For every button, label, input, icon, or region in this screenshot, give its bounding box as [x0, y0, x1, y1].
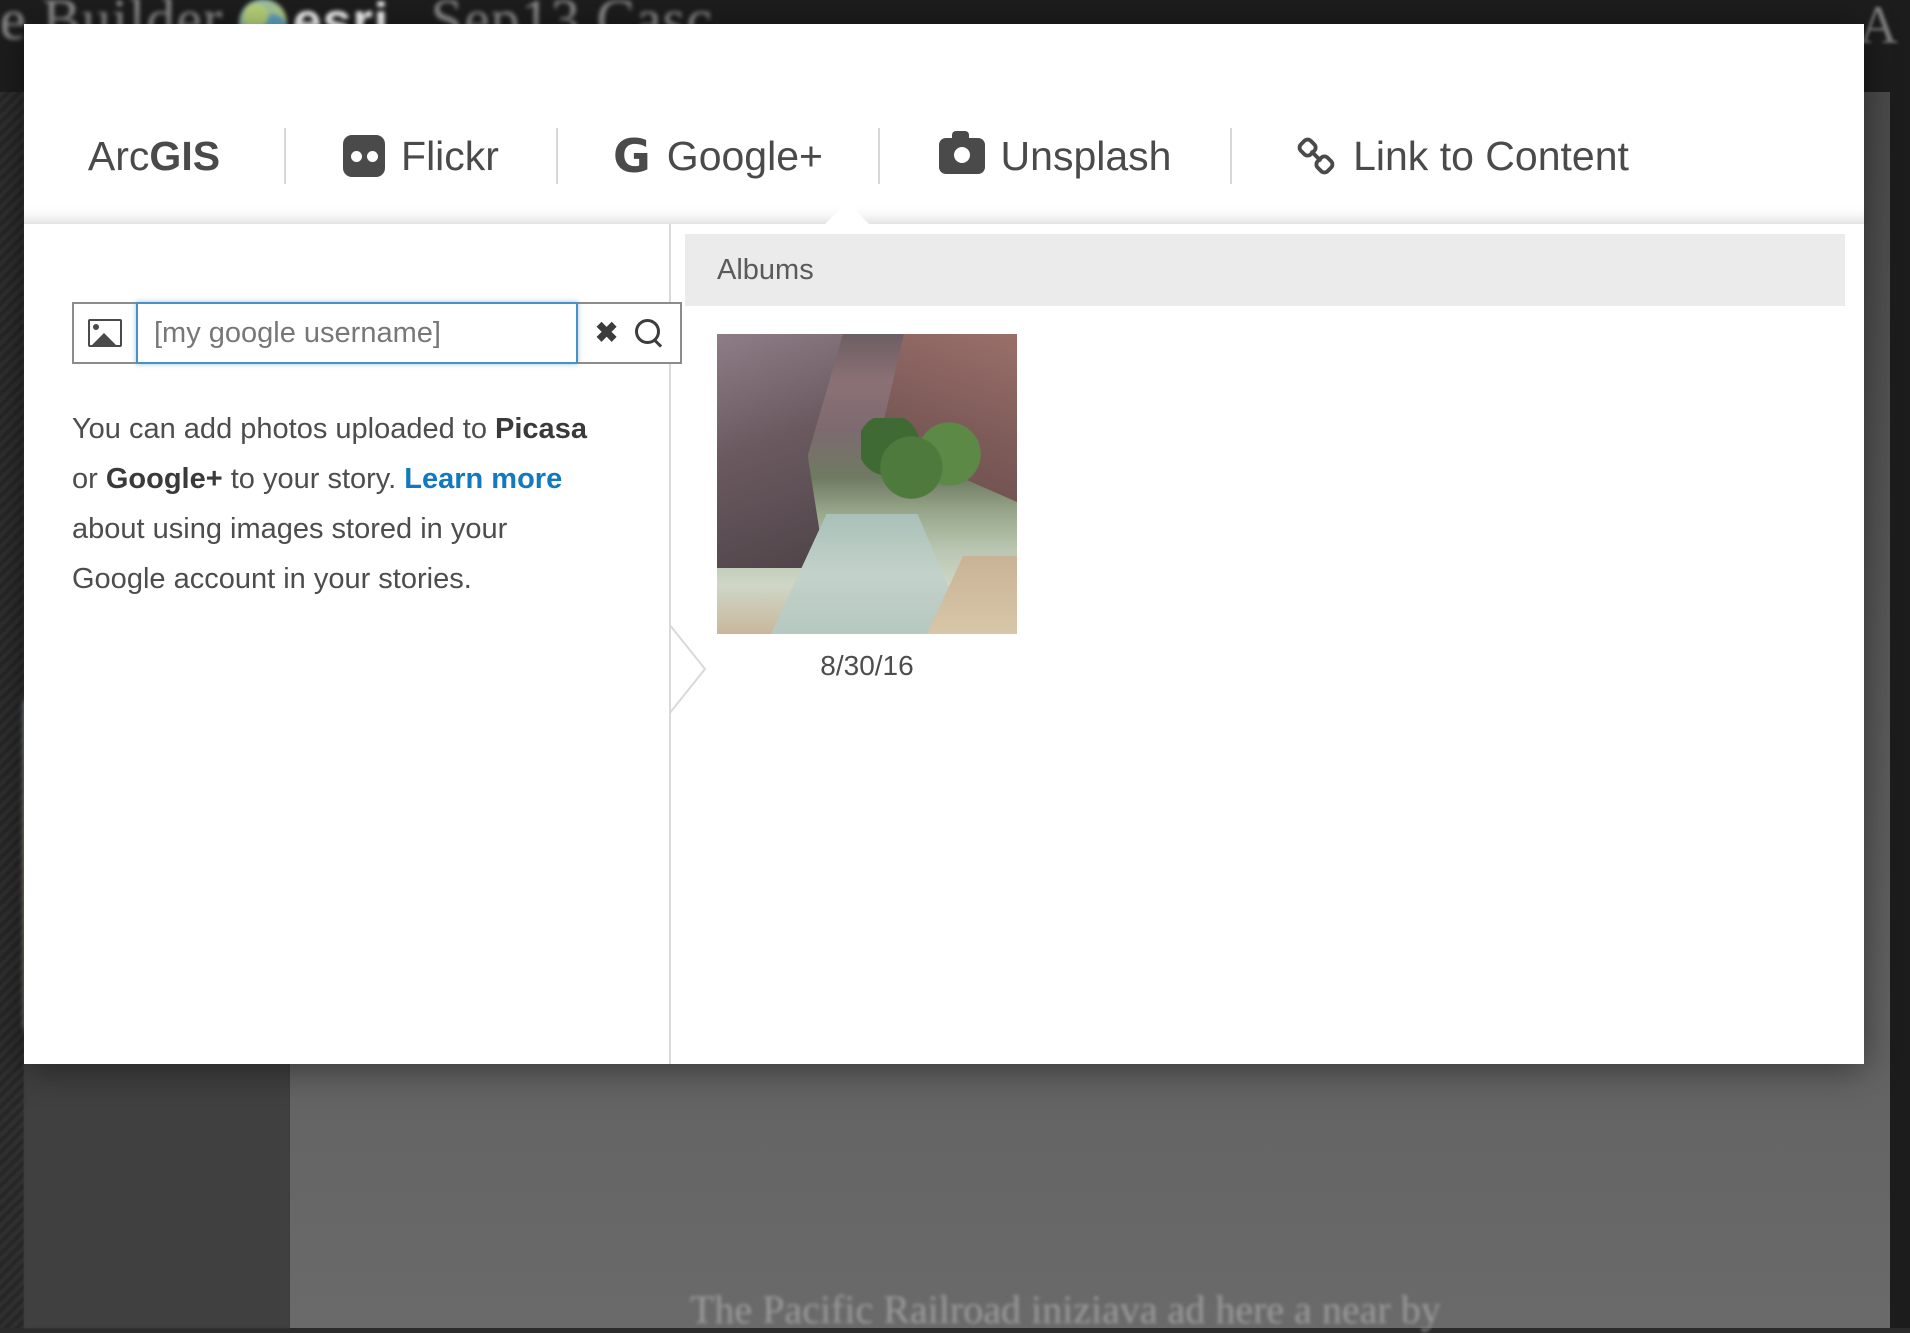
description-bold-googleplus: Google+	[106, 463, 223, 495]
dialog-content: ✖ You can add photos uploaded to Picasa …	[24, 224, 1864, 1064]
description-bold-picasa: Picasa	[495, 413, 587, 445]
tab-unsplash[interactable]: Unsplash	[880, 136, 1230, 177]
description-part-4: about using images stored in your Google…	[72, 513, 507, 595]
background-left-rail	[0, 92, 24, 1328]
tab-link-to-content-label: Link to Content	[1353, 136, 1629, 177]
search-actions: ✖	[578, 302, 682, 364]
tab-link-to-content[interactable]: Link to Content	[1232, 135, 1692, 177]
background-right-letter: A	[1859, 0, 1898, 56]
source-tabbar: ArcGIS Flickr G Google+ Unsplash	[24, 24, 1864, 224]
search-icon[interactable]	[635, 319, 663, 347]
active-tab-caret	[817, 202, 877, 232]
tab-flickr[interactable]: Flickr	[286, 135, 556, 177]
albums-header: Albums	[685, 234, 1845, 306]
picture-icon	[88, 319, 122, 347]
clear-icon[interactable]: ✖	[595, 319, 618, 347]
pane-pointer-chevron	[669, 624, 709, 714]
flickr-icon	[343, 135, 385, 177]
search-row: ✖	[72, 302, 682, 364]
tab-google-plus[interactable]: G Google+	[558, 133, 878, 179]
search-input[interactable]	[136, 302, 578, 364]
search-prefix	[72, 302, 136, 364]
album-item[interactable]: 8/30/16	[717, 334, 1017, 682]
tab-arcgis[interactable]: ArcGIS	[24, 136, 284, 177]
learn-more-link[interactable]: Learn more	[404, 463, 562, 495]
description-part-3: to your story.	[223, 463, 405, 495]
media-picker-dialog: × ArcGIS Flickr G Google+ Unsplash	[24, 24, 1864, 1064]
description-part-2: or	[72, 463, 106, 495]
album-caption: 8/30/16	[717, 650, 1017, 682]
albums-pane: Albums 8/30/16	[671, 224, 1864, 1064]
tab-arcgis-label: ArcGIS	[88, 136, 220, 177]
description-text: You can add photos uploaded to Picasa or…	[72, 404, 592, 604]
background-right-rail	[1890, 0, 1910, 1328]
tab-google-plus-label: Google+	[667, 136, 823, 177]
camera-icon	[939, 138, 985, 174]
chain-link-icon	[1295, 135, 1337, 177]
tab-unsplash-label: Unsplash	[1001, 136, 1172, 177]
background-main-caption: The Pacific Railroad iniziava ad here a …	[690, 1286, 1441, 1333]
google-g-icon: G	[613, 133, 651, 179]
tab-flickr-label: Flickr	[401, 136, 499, 177]
description-part-1: You can add photos uploaded to	[72, 413, 495, 445]
album-grid: 8/30/16	[685, 334, 1845, 682]
search-pane: ✖ You can add photos uploaded to Picasa …	[24, 224, 671, 1064]
album-thumbnail[interactable]	[717, 334, 1017, 634]
thumb-trees	[861, 418, 987, 508]
tab-list: ArcGIS Flickr G Google+ Unsplash	[24, 128, 1864, 184]
